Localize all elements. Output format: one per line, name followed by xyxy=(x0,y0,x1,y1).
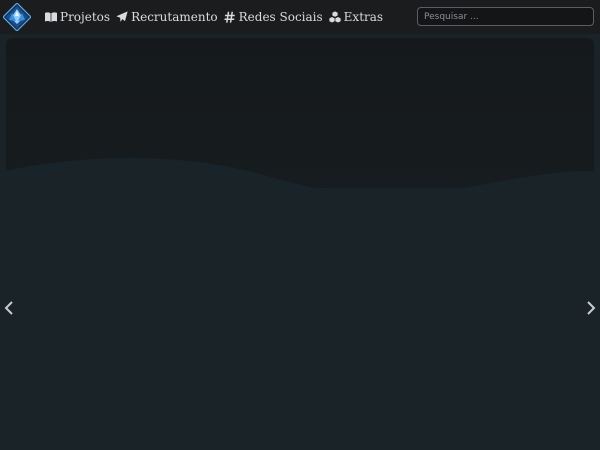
book-open-icon xyxy=(45,12,57,22)
diamond-crystal-logo-icon xyxy=(2,2,32,32)
hashtag-icon xyxy=(224,11,235,23)
paper-plane-icon xyxy=(116,11,128,22)
nav-link-redes-sociais[interactable]: Redes Sociais xyxy=(224,10,323,24)
nav-link-label: Extras xyxy=(343,10,384,24)
search-input[interactable] xyxy=(417,7,594,26)
nav-link-label: Recrutamento xyxy=(131,10,218,24)
site-logo[interactable] xyxy=(2,2,32,32)
nav-link-extras[interactable]: Extras xyxy=(329,10,383,24)
nav-link-projetos[interactable]: Projetos xyxy=(45,10,110,24)
nav-link-recrutamento[interactable]: Recrutamento xyxy=(116,10,218,24)
nav-link-label: Redes Sociais xyxy=(238,10,323,24)
cubes-icon xyxy=(329,11,341,23)
navbar: Projetos Recrutamento Redes Sociais Extr… xyxy=(0,0,600,34)
hero-carousel xyxy=(0,34,600,450)
chevron-right-icon xyxy=(587,301,596,315)
carousel-prev-button[interactable] xyxy=(1,297,17,319)
carousel-next-button[interactable] xyxy=(583,297,599,319)
main-nav: Projetos Recrutamento Redes Sociais Extr… xyxy=(45,0,383,34)
chevron-left-icon xyxy=(4,301,13,315)
hero-wave-decoration xyxy=(0,158,600,450)
nav-link-label: Projetos xyxy=(60,10,111,24)
